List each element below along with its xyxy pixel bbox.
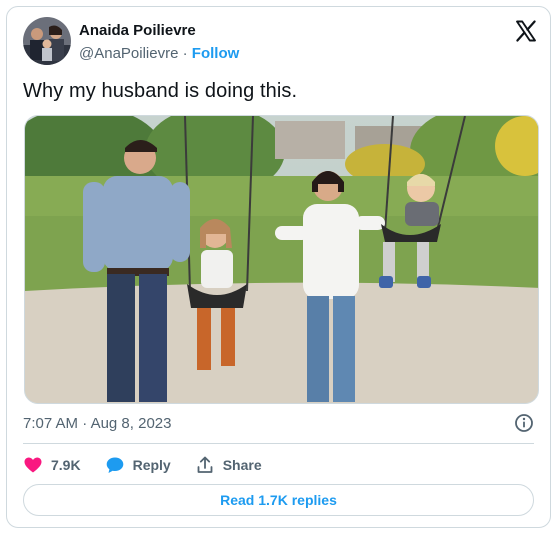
divider	[23, 443, 534, 444]
like-button[interactable]: 7.9K	[23, 455, 81, 475]
reply-label: Reply	[132, 457, 171, 473]
time-separator: ·	[82, 415, 88, 432]
follow-button[interactable]: Follow	[192, 45, 240, 62]
avatar[interactable]	[23, 17, 71, 65]
x-logo-icon[interactable]	[514, 19, 538, 43]
info-icon[interactable]	[514, 413, 534, 433]
share-button[interactable]: Share	[195, 455, 262, 475]
speech-bubble-icon	[106, 457, 123, 473]
tweet-date: Aug 8, 2023	[90, 415, 172, 432]
meta-separator: ·	[182, 45, 188, 62]
tweet-timestamp[interactable]: 7:07 AM · Aug 8, 2023	[23, 415, 171, 432]
reply-button[interactable]: Reply	[105, 455, 171, 475]
tweet-video[interactable]	[24, 115, 539, 404]
author-name[interactable]: Anaida Poilievre	[79, 22, 196, 39]
tweet-text: Why my husband is doing this.	[23, 80, 298, 102]
share-label: Share	[222, 457, 262, 473]
heart-icon	[24, 457, 42, 473]
action-bar: 7.9K Reply Share	[23, 453, 286, 477]
tweet-time: 7:07 AM	[23, 415, 79, 432]
like-count: 7.9K	[51, 457, 81, 473]
tweet-card: Anaida Poilievre @AnaPoilievre · Follow …	[6, 6, 551, 528]
share-upload-icon	[197, 456, 213, 473]
author-handle[interactable]: @AnaPoilievre	[79, 45, 178, 62]
read-replies-button[interactable]: Read 1.7K replies	[23, 484, 534, 516]
author-meta: @AnaPoilievre · Follow	[79, 45, 239, 62]
